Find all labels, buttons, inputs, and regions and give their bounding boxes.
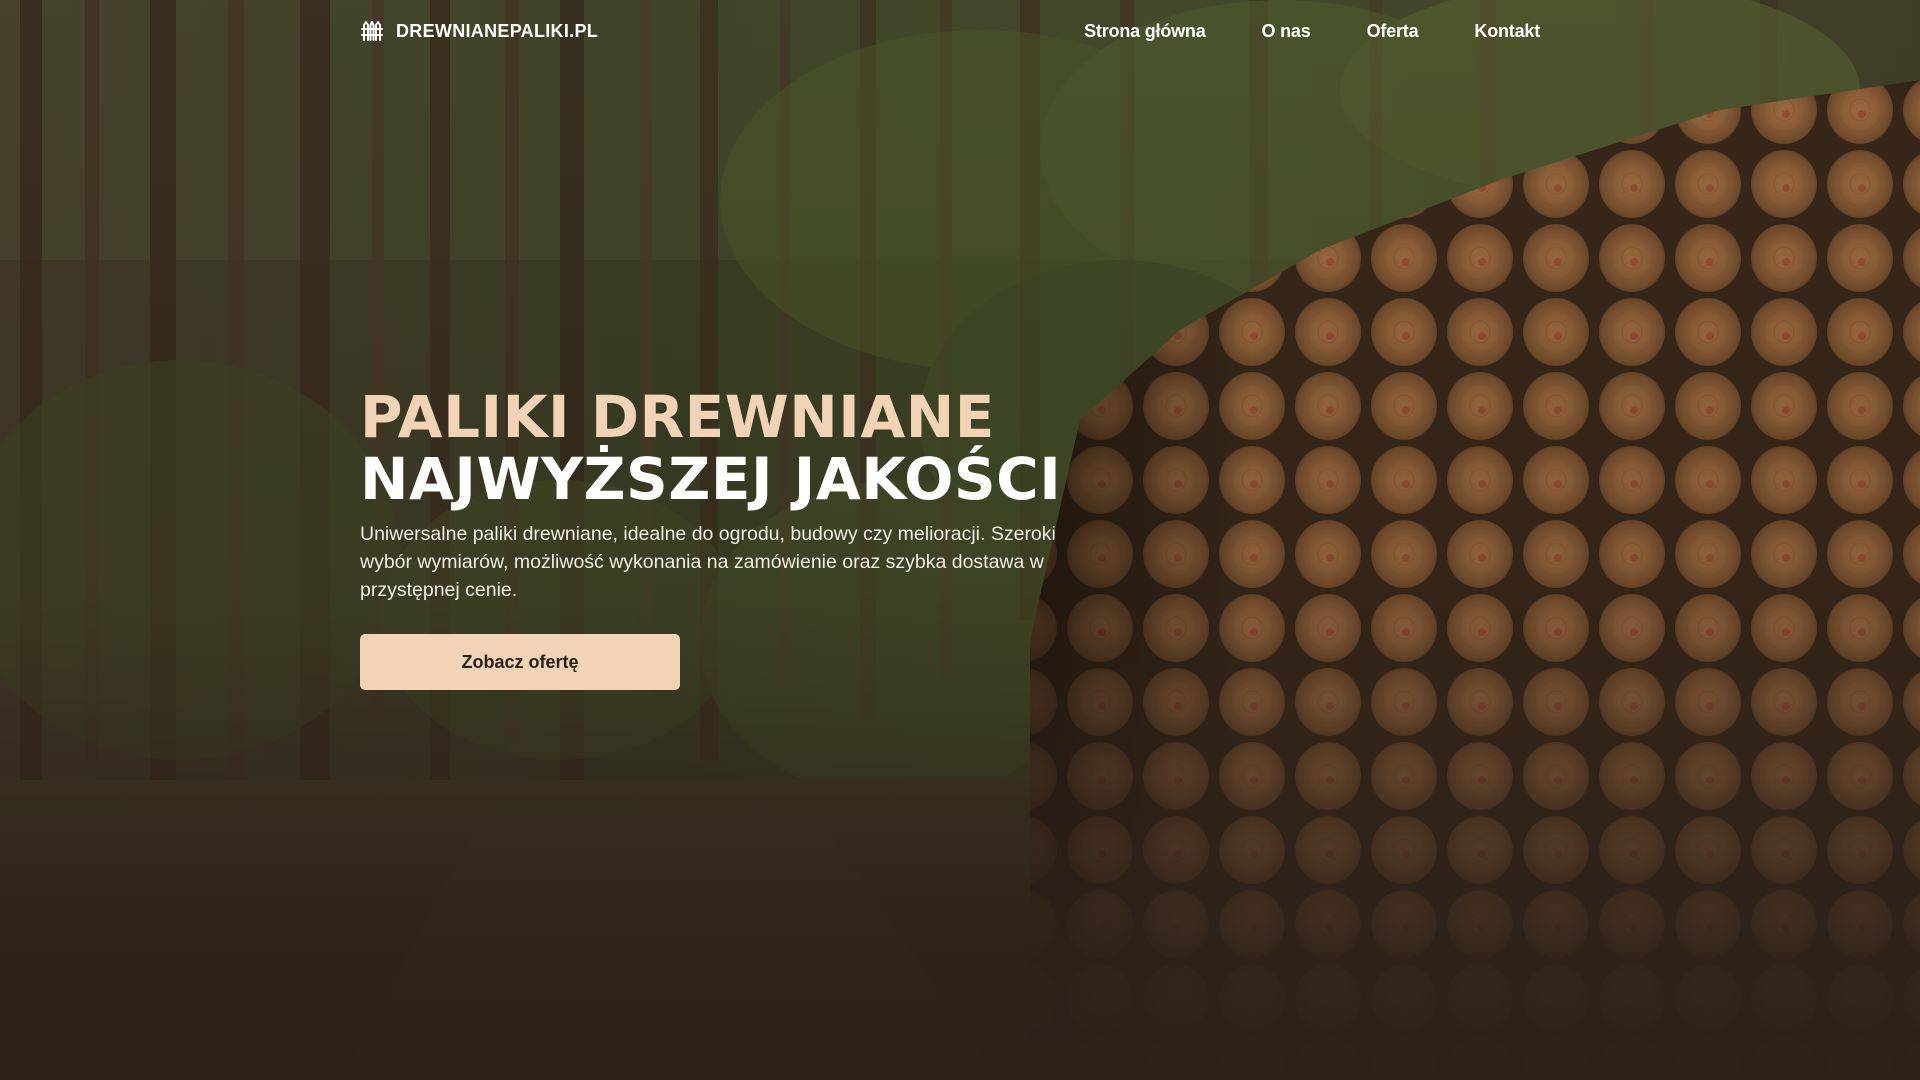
hero-title-line-2: NAJWYŻSZEJ JAKOŚCI: [360, 445, 1062, 513]
brand-name: DREWNIANEPALIKI.PL: [396, 20, 599, 41]
brand-logo-link[interactable]: DREWNIANEPALIKI.PL: [360, 19, 598, 43]
fence-icon: [360, 19, 384, 43]
nav-item-about[interactable]: O nas: [1262, 21, 1311, 42]
hero-section: DREWNIANEPALIKI.PL Strona główna O nas O…: [0, 0, 1920, 1080]
main-navigation: Strona główna O nas Oferta Kontakt: [1084, 21, 1540, 42]
nav-item-home[interactable]: Strona główna: [1084, 21, 1206, 42]
nav-item-contact[interactable]: Kontakt: [1474, 21, 1540, 42]
hero-headline: PALIKI DREWNIANE NAJWYŻSZEJ JAKOŚCI: [360, 386, 1100, 510]
navbar: DREWNIANEPALIKI.PL Strona główna O nas O…: [0, 0, 1920, 64]
hero-description: Uniwersalne paliki drewniane, idealne do…: [360, 523, 1056, 601]
nav-item-offer[interactable]: Oferta: [1367, 21, 1419, 42]
hero-title-line-1: PALIKI DREWNIANE: [360, 383, 995, 451]
hero-content: PALIKI DREWNIANE NAJWYŻSZEJ JAKOŚCI Uniw…: [360, 386, 1100, 690]
see-offer-button[interactable]: Zobacz ofertę: [360, 634, 680, 690]
